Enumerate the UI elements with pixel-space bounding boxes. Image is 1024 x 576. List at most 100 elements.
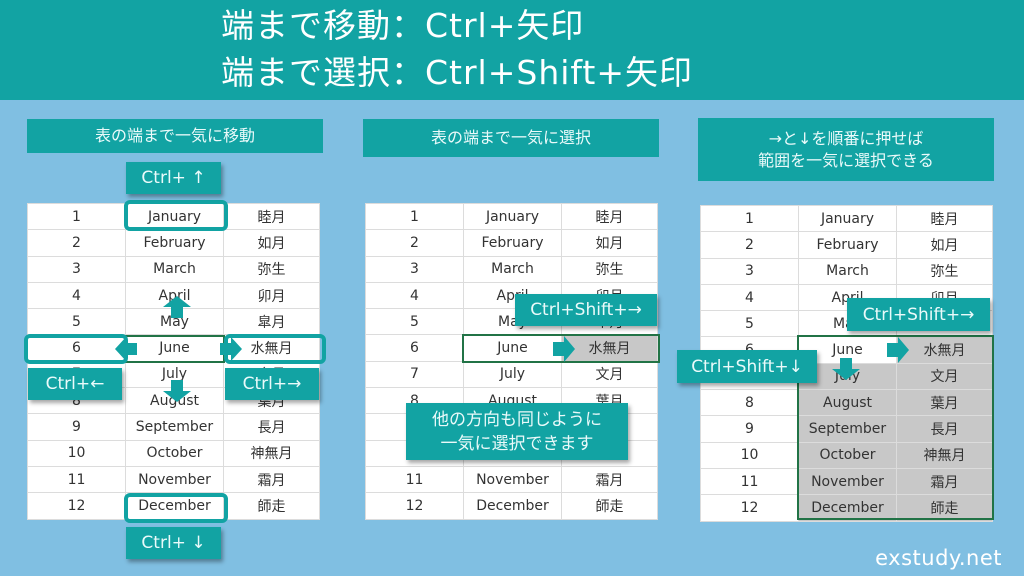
month-jp-cell[interactable]: 睦月 (223, 202, 320, 231)
highlight-january (124, 200, 228, 231)
arrow-right-icon (220, 337, 242, 361)
month-en-cell[interactable]: October (125, 439, 224, 467)
arrow-right-icon (553, 336, 575, 362)
month-jp-cell[interactable]: 卯月 (223, 281, 320, 310)
month-jp-cell[interactable]: 弥生 (223, 255, 320, 283)
table-row: 7July文月 (365, 360, 658, 389)
table-row: 10October神無月 (27, 439, 320, 467)
row-number-cell[interactable]: 12 (27, 492, 126, 520)
month-jp-cell[interactable]: 弥生 (896, 257, 993, 285)
header-title-move: 端まで移動：Ctrl+矢印 (221, 6, 585, 45)
row-number-cell[interactable]: 9 (700, 415, 799, 443)
table-row: 3 March 弥生 (700, 257, 993, 285)
month-en-cell[interactable]: February (798, 231, 897, 259)
month-jp-cell[interactable]: 如月 (896, 231, 993, 259)
table-row: 12 December 師走 (365, 492, 658, 520)
row-number-cell[interactable]: 11 (700, 467, 799, 496)
month-jp-cell[interactable]: 霜月 (561, 465, 658, 494)
row-number-cell[interactable]: 4 (365, 281, 464, 310)
row-number-cell[interactable]: 6 (365, 334, 464, 362)
month-jp-cell[interactable]: 師走 (223, 492, 320, 520)
row-number-cell[interactable]: 1 (365, 202, 464, 231)
month-jp-cell[interactable]: 睦月 (896, 204, 993, 233)
month-jp-cell[interactable]: 如月 (223, 229, 320, 257)
month-en-cell[interactable]: January (798, 204, 897, 233)
header-title-select: 端まで選択：Ctrl+Shift+矢印 (221, 53, 694, 92)
month-en-cell[interactable]: February (125, 229, 224, 257)
month-en-cell[interactable]: December (463, 492, 562, 520)
month-jp-cell[interactable]: 弥生 (561, 255, 658, 283)
month-jp-cell[interactable]: 霜月 (223, 465, 320, 494)
row-number-cell[interactable]: 2 (700, 231, 799, 259)
month-jp-cell[interactable]: 師走 (561, 492, 658, 520)
month-en-cell[interactable]: July (463, 360, 562, 389)
row-number-cell[interactable]: 2 (365, 229, 464, 257)
row-number-cell[interactable]: 2 (27, 229, 126, 257)
header-banner: 端まで移動：Ctrl+矢印 端まで選択：Ctrl+Shift+矢印 (0, 0, 1024, 100)
key-ctrl-up: Ctrl+ ↑ (126, 162, 221, 194)
panel3-title-line1: →と↓を順番に押せば (768, 128, 924, 148)
key-ctrl-shift-down: Ctrl+Shift+↓ (677, 350, 817, 383)
row-number-cell[interactable]: 3 (27, 255, 126, 283)
month-jp-cell[interactable]: 文月 (561, 360, 658, 389)
row-number-cell[interactable]: 9 (27, 413, 126, 441)
month-en-cell[interactable]: January (463, 202, 562, 231)
row-number-cell[interactable]: 8 (700, 389, 799, 417)
row-number-cell[interactable]: 10 (27, 439, 126, 467)
arrow-right-icon (887, 337, 909, 363)
row-number-cell[interactable]: 1 (700, 204, 799, 233)
row-number-cell[interactable]: 7 (365, 360, 464, 389)
arrow-up-icon (163, 296, 191, 318)
month-en-cell[interactable]: March (125, 255, 224, 283)
row-number-cell[interactable]: 4 (700, 283, 799, 312)
month-en-cell[interactable]: November (463, 465, 562, 494)
active-cell-june (125, 335, 225, 363)
row-number-cell[interactable]: 5 (700, 310, 799, 338)
month-en-cell[interactable]: March (798, 257, 897, 285)
arrow-down-icon (163, 380, 191, 402)
row-number-cell[interactable]: 3 (365, 255, 464, 283)
table-row: 1 January 睦月 (700, 204, 993, 233)
panel3-title: →と↓を順番に押せば 範囲を一気に選択できる (698, 118, 994, 181)
panel1-title: 表の端まで一気に移動 (27, 119, 323, 153)
month-en-cell[interactable]: September (125, 413, 224, 441)
key-ctrl-left: Ctrl+← (28, 368, 122, 400)
table-row: 3 March 弥生 (27, 255, 320, 283)
table-row: 2 February 如月 (700, 231, 993, 259)
row-number-cell[interactable]: 12 (700, 494, 799, 522)
row-number-cell[interactable]: 11 (27, 465, 126, 494)
row-number-cell[interactable]: 11 (365, 465, 464, 494)
table-row: 2 February 如月 (365, 229, 658, 257)
month-en-cell[interactable]: March (463, 255, 562, 283)
month-jp-cell[interactable]: 皐月 (223, 308, 320, 336)
arrow-down-icon (832, 358, 860, 380)
row-number-cell[interactable]: 5 (27, 308, 126, 336)
highlight-row6-number (24, 334, 128, 364)
note-other-directions: 他の方向も同じように 一気に選択できます (406, 403, 628, 460)
table-row: 2 February 如月 (27, 229, 320, 257)
month-en-cell[interactable]: February (463, 229, 562, 257)
note-line1: 他の方向も同じように (432, 409, 602, 430)
table-row: 11 November 霜月 (27, 465, 320, 494)
highlight-december (124, 493, 228, 523)
month-jp-cell[interactable]: 神無月 (223, 439, 320, 467)
month-en-cell[interactable]: November (125, 465, 224, 494)
table-row: 9September長月 (27, 413, 320, 441)
table-row: 3 March 弥生 (365, 255, 658, 283)
row-number-cell[interactable]: 1 (27, 202, 126, 231)
month-jp-cell[interactable]: 如月 (561, 229, 658, 257)
panel2-title: 表の端まで一気に選択 (363, 119, 659, 157)
key-ctrl-right: Ctrl+→ (225, 368, 319, 400)
table-row: 1 January 睦月 (365, 202, 658, 231)
table-row: 11 November 霜月 (365, 465, 658, 494)
arrow-left-icon (115, 337, 137, 361)
row-number-cell[interactable]: 12 (365, 492, 464, 520)
month-jp-cell[interactable]: 睦月 (561, 202, 658, 231)
site-credit: exstudy.net (875, 546, 1002, 570)
row-number-cell[interactable]: 5 (365, 308, 464, 336)
row-number-cell[interactable]: 3 (700, 257, 799, 285)
row-number-cell[interactable]: 10 (700, 441, 799, 469)
month-jp-cell[interactable]: 長月 (223, 413, 320, 441)
key-ctrl-shift-right: Ctrl+Shift+→ (515, 294, 657, 326)
row-number-cell[interactable]: 4 (27, 281, 126, 310)
